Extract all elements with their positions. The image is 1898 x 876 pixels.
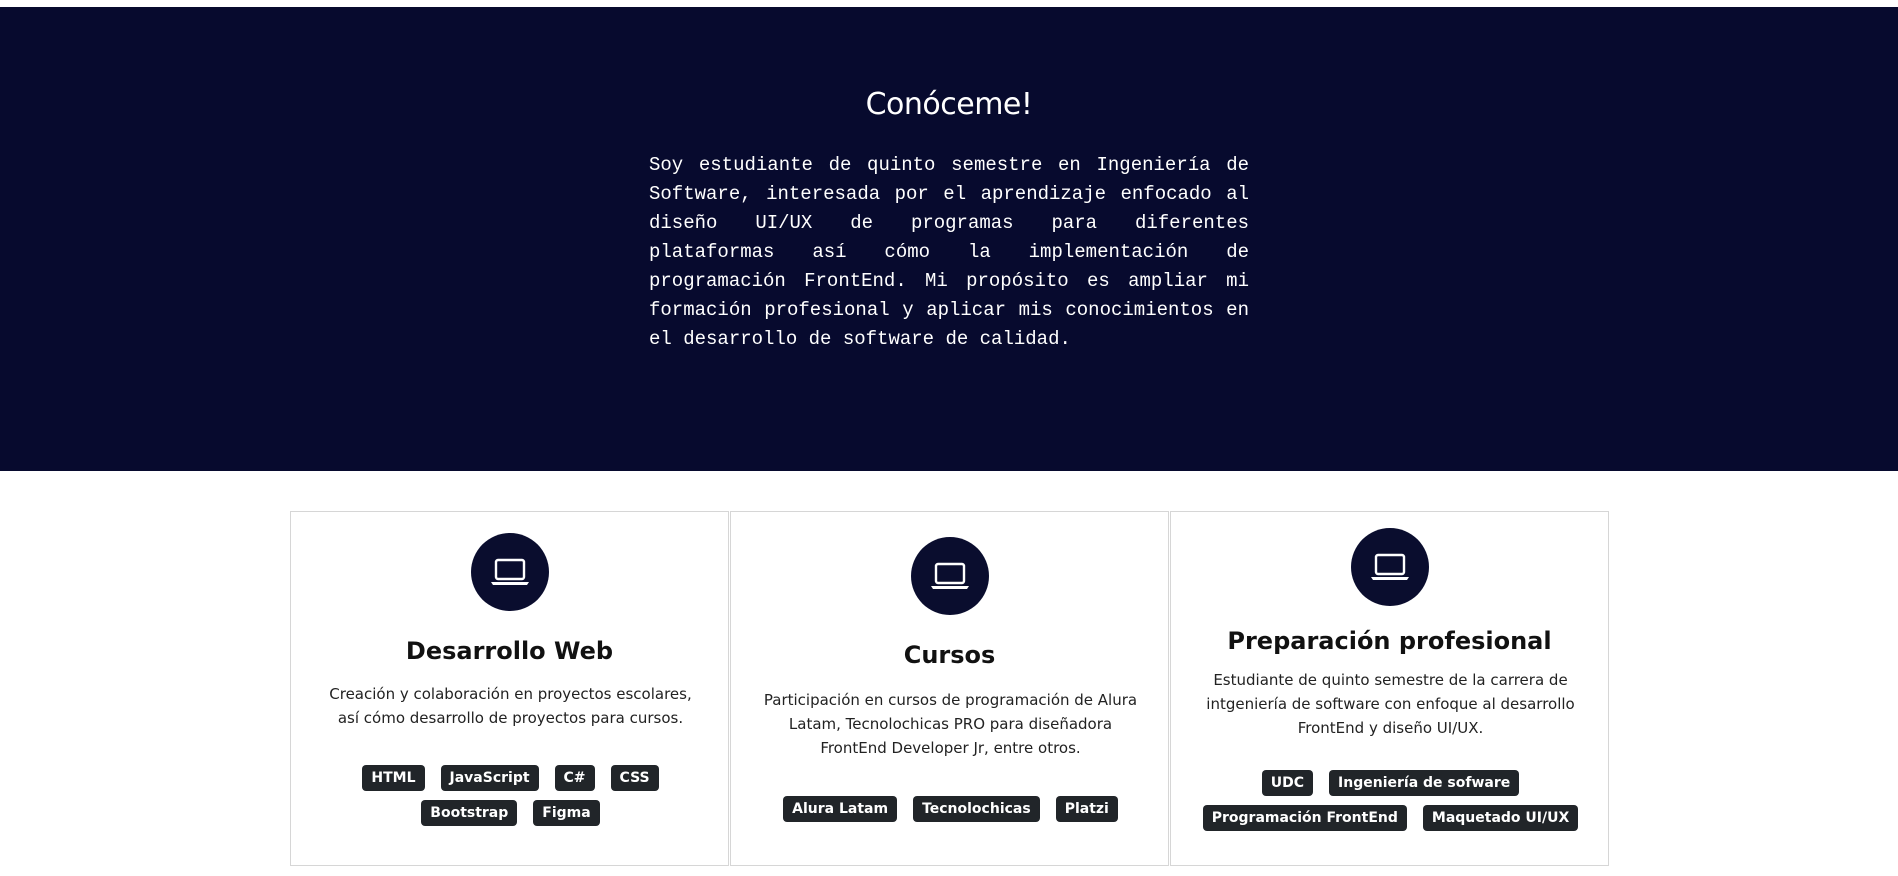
tag: Figma (533, 800, 600, 826)
card-cursos: Cursos Participación en cursos de progra… (730, 511, 1169, 866)
laptop-icon (910, 537, 989, 615)
card-preparacion-profesional: Preparación profesional Estudiante de qu… (1170, 511, 1609, 866)
tag: Platzi (1055, 796, 1118, 822)
about-text: Soy estudiante de quinto semestre en Ing… (649, 154, 1249, 350)
tag: Tecnolochicas (913, 796, 1040, 822)
card-title: Desarrollo Web (405, 637, 614, 665)
tag: Ingeniería de sofware (1329, 770, 1520, 796)
tag: C# (554, 765, 595, 791)
laptop-icon (1350, 528, 1429, 606)
tag-list: Alura Latam Tecnolochicas Platzi (751, 796, 1150, 822)
about-title: Conóceme! (865, 87, 1033, 122)
about-section: Conóceme! Soy estudiante de quinto semes… (0, 7, 1898, 471)
card-desarrollo-web: Desarrollo Web Creación y colaboración e… (290, 511, 729, 866)
tag: UDC (1261, 770, 1314, 796)
tag: JavaScript (440, 765, 539, 791)
tag: Maquetado UI/UX (1422, 805, 1579, 831)
tag: Programación FrontEnd (1202, 805, 1407, 831)
card-title: Preparación profesional (1227, 627, 1552, 655)
skills-cards: Desarrollo Web Creación y colaboración e… (290, 511, 1610, 868)
card-description: Participación en cursos de programación … (763, 691, 1138, 757)
tag: Bootstrap (421, 800, 518, 826)
tag-list: UDC Ingeniería de sofware Programación F… (1191, 770, 1590, 831)
laptop-icon (470, 533, 549, 611)
tag: HTML (362, 765, 425, 791)
card-description: Creación y colaboración en proyectos esc… (329, 685, 692, 727)
tag: CSS (610, 765, 659, 791)
tag: Alura Latam (783, 796, 898, 822)
tag-list: HTML JavaScript C# CSS Bootstrap Figma (311, 765, 710, 826)
card-description: Estudiante de quinto semestre de la carr… (1206, 671, 1575, 737)
card-title: Cursos (903, 641, 996, 669)
